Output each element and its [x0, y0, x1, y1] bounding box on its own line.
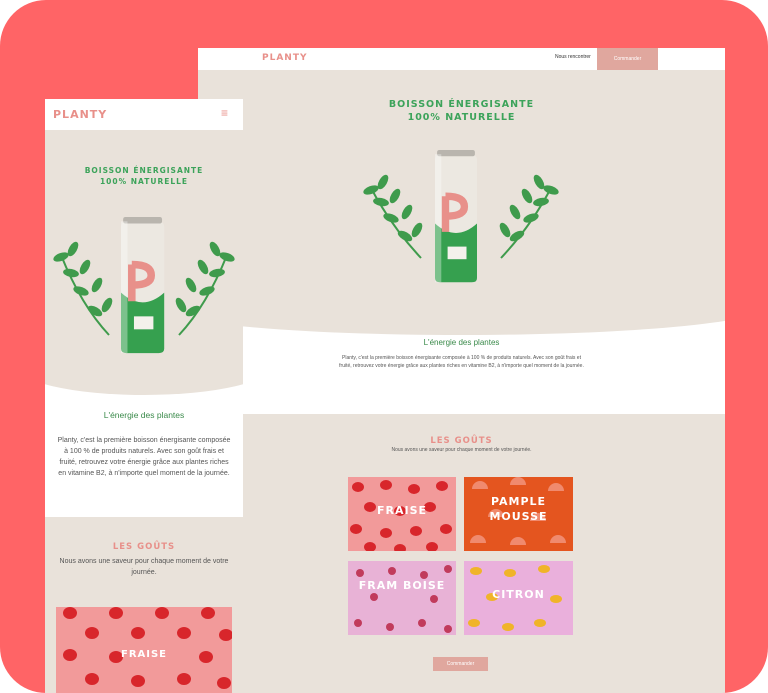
flavor-label: PAMPLE MOUSSE	[489, 495, 548, 523]
mobile-hero-can-illustration	[53, 215, 235, 355]
mobile-mockup: PLANTY ≡ BOISSON ÉNERGISANTE 100% NATURE…	[45, 99, 243, 693]
hero-title: BOISSON ÉNERGISANTE 100% NATURELLE	[388, 99, 535, 123]
section-title-energy: L'énergie des plantes	[423, 338, 500, 347]
energy-can-icon	[121, 217, 164, 353]
tastes-subtitle: Nous avons une saveur pour chaque moment…	[391, 447, 532, 453]
left-leaves-icon	[53, 241, 113, 336]
flavor-tile-framboise[interactable]: FRAM BOISE	[348, 561, 456, 635]
mobile-tastes-subtitle: Nous avons une saveur pour chaque moment…	[59, 558, 229, 576]
nav-link-meet[interactable]: Nous rencontrer	[555, 54, 591, 60]
flavor-label: FRAISE	[120, 649, 168, 660]
nav-order-button[interactable]: Commander	[597, 48, 658, 70]
order-button[interactable]: Commander	[433, 657, 488, 671]
right-leaves-icon	[175, 241, 235, 336]
flavor-label: FRAM BOISE	[358, 579, 446, 592]
mobile-section-title-energy: L'énergie des plantes	[103, 410, 185, 420]
desktop-mockup: PLANTY Nous rencontrer Commander BOISSON…	[198, 48, 725, 693]
mobile-hero-title: BOISSON ÉNERGISANTE 100% NATURELLE	[84, 166, 204, 186]
flavor-label: CITRON	[492, 588, 545, 601]
mobile-logo[interactable]: PLANTY	[53, 108, 107, 121]
mobile-intro-paragraph: Planty, c'est la première boisson énergi…	[57, 437, 231, 477]
flavor-label: FRAISE	[376, 504, 428, 517]
hero-can-illustration	[363, 146, 559, 286]
tastes-title: LES GOÛTS	[430, 436, 493, 446]
hamburger-menu-icon[interactable]: ≡	[221, 106, 228, 120]
flavor-tile-citron[interactable]: CITRON	[464, 561, 573, 635]
energy-can-icon	[435, 150, 477, 282]
background-frame: PLANTY Nous rencontrer Commander BOISSON…	[0, 0, 768, 693]
mobile-navbar: PLANTY ≡	[45, 99, 243, 130]
mobile-flavor-tile-fraise[interactable]: FRAISE	[56, 607, 232, 693]
left-leaves-icon	[363, 174, 423, 259]
desktop-logo[interactable]: PLANTY	[262, 53, 308, 63]
flavor-tile-pamplemousse[interactable]: PAMPLE MOUSSE	[464, 477, 573, 551]
desktop-navbar: PLANTY Nous rencontrer Commander	[198, 48, 725, 70]
intro-paragraph: Planty, c'est la première boisson énergi…	[339, 355, 584, 369]
hero-curve	[198, 279, 725, 335]
right-leaves-icon	[499, 174, 559, 259]
flavor-tile-fraise[interactable]: FRAISE	[348, 477, 456, 551]
raspberry-pattern-icon	[354, 565, 452, 633]
mobile-tastes-title: LES GOÛTS	[112, 542, 176, 552]
